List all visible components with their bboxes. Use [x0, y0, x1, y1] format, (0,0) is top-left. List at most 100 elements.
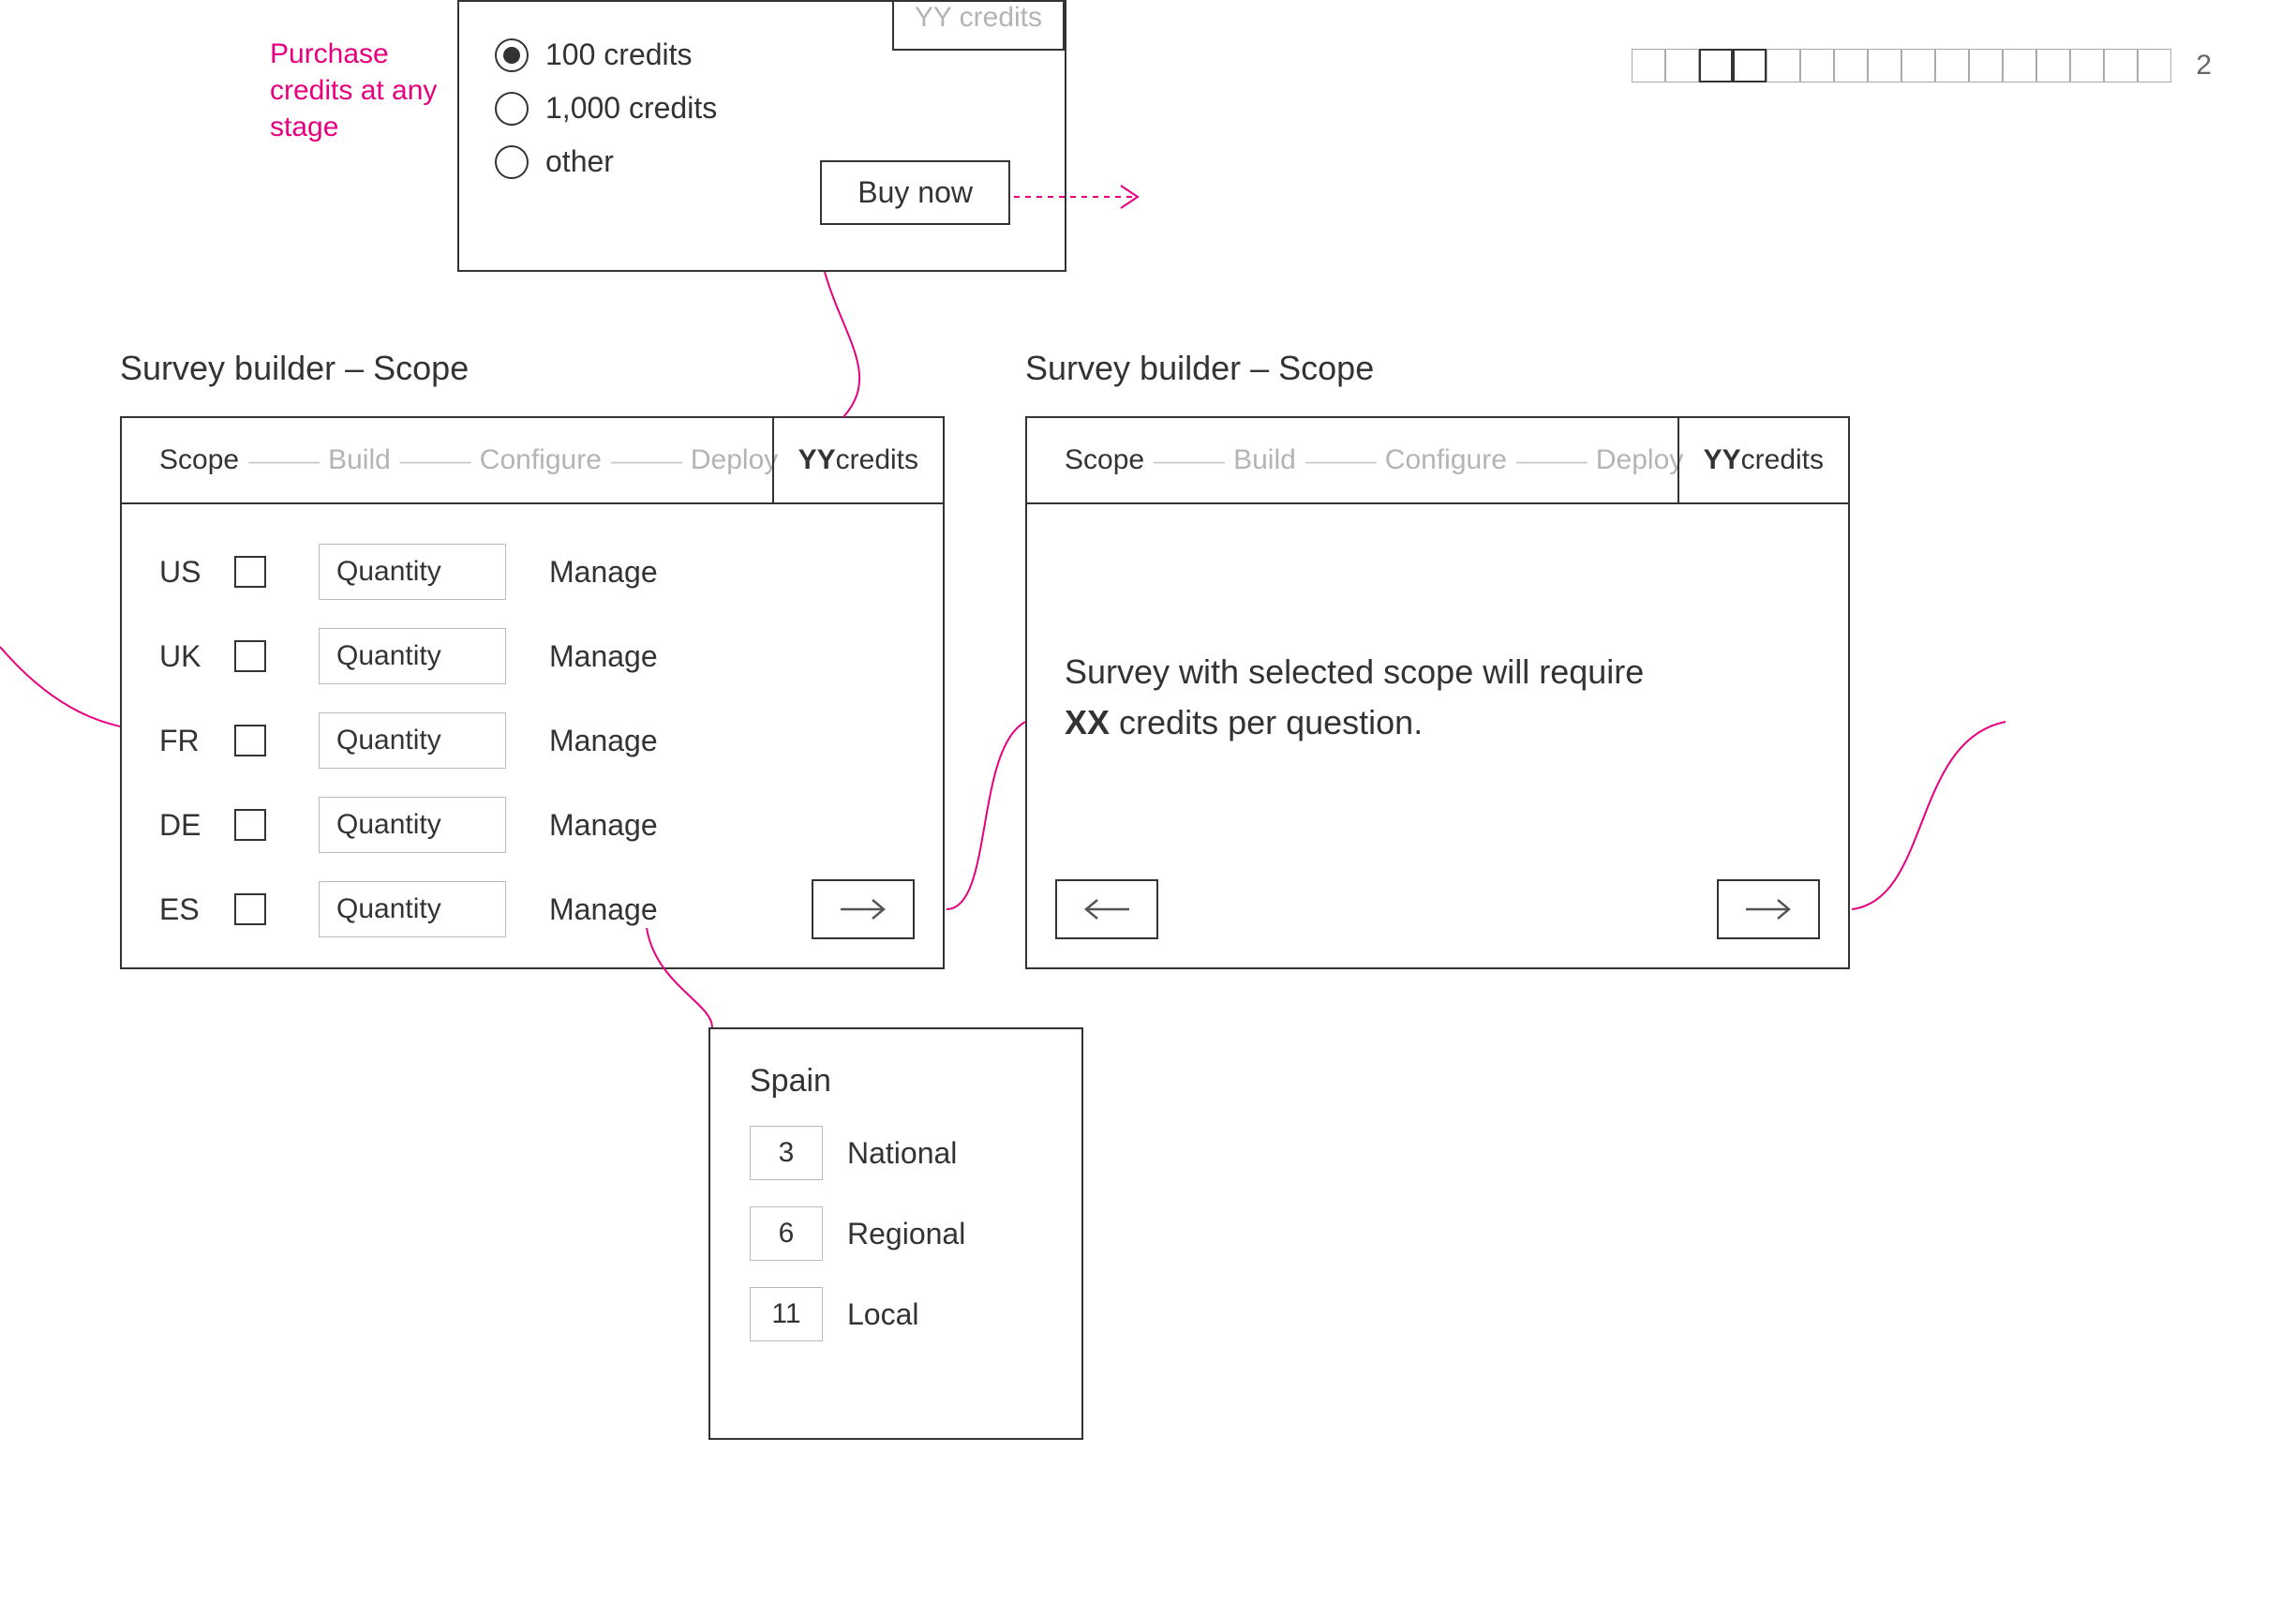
crumb-sep: ———: [1516, 446, 1587, 475]
popover-title: Spain: [750, 1063, 1042, 1100]
country-row-de: DE Quantity Manage: [159, 797, 905, 853]
country-checkbox[interactable]: [234, 556, 266, 588]
quantity-input[interactable]: Quantity: [319, 712, 506, 769]
radio-label: 1,000 credits: [545, 91, 717, 126]
page-cell[interactable]: [1699, 49, 1733, 82]
spain-row-national: 3 National: [750, 1126, 1042, 1180]
country-row-uk: UK Quantity Manage: [159, 628, 905, 684]
arrow-left-icon: [1081, 896, 1133, 922]
country-checkbox[interactable]: [234, 640, 266, 672]
crumb-build[interactable]: Build: [328, 444, 391, 476]
breadcrumb: Scope ——— Build ——— Configure ——— Deploy…: [122, 418, 943, 504]
crumb-sep: ———: [611, 446, 681, 475]
page-cell[interactable]: [1800, 49, 1834, 82]
cost-line1: Survey with selected scope will require: [1065, 652, 1644, 691]
spain-count-input[interactable]: 6: [750, 1206, 823, 1261]
page-cell[interactable]: [1767, 49, 1800, 82]
scope-panel-countries: Scope ——— Build ——— Configure ——— Deploy…: [120, 416, 945, 969]
country-checkbox[interactable]: [234, 725, 266, 756]
page-cell[interactable]: [1868, 49, 1901, 82]
radio-icon: [495, 38, 529, 72]
credits-balance-chip[interactable]: YY credits: [892, 0, 1065, 51]
panel-title-left: Survey builder – Scope: [120, 349, 469, 388]
page-cell[interactable]: [2070, 49, 2104, 82]
country-checkbox[interactable]: [234, 809, 266, 841]
country-label: DE: [159, 808, 210, 843]
crumb-scope[interactable]: Scope: [159, 444, 239, 476]
manage-link[interactable]: Manage: [549, 808, 658, 843]
next-button[interactable]: [1717, 879, 1820, 939]
credits-panel: YY credits 100 credits 1,000 credits oth…: [457, 0, 1066, 272]
annotation-purchase: Purchase credits at any stage: [270, 36, 457, 145]
crumb-sep: ———: [1305, 446, 1376, 475]
page-cell[interactable]: [1632, 49, 1665, 82]
page-cell[interactable]: [1901, 49, 1935, 82]
cost-summary: Survey with selected scope will require …: [1065, 647, 1811, 748]
page-cell[interactable]: [1969, 49, 2003, 82]
manage-link[interactable]: Manage: [549, 724, 658, 758]
yy-bold: YY: [798, 444, 836, 476]
radio-label: other: [545, 144, 614, 179]
crumb-deploy[interactable]: Deploy: [691, 444, 778, 476]
crumb-build[interactable]: Build: [1233, 444, 1296, 476]
cost-line2: credits per question.: [1110, 703, 1423, 741]
yy-rest: credits: [1741, 444, 1824, 476]
country-row-es: ES Quantity Manage: [159, 881, 905, 937]
spain-count-input[interactable]: 11: [750, 1287, 823, 1341]
spain-row-label: National: [847, 1136, 957, 1171]
yy-bold: YY: [1704, 444, 1741, 476]
page-cell[interactable]: [2138, 49, 2171, 82]
spain-row-local: 11 Local: [750, 1287, 1042, 1341]
country-label: US: [159, 555, 210, 590]
page-cell[interactable]: [1665, 49, 1699, 82]
back-button[interactable]: [1055, 879, 1158, 939]
spain-row-label: Local: [847, 1297, 919, 1332]
page-cell[interactable]: [2104, 49, 2138, 82]
buy-now-button[interactable]: Buy now: [820, 160, 1010, 225]
page-cell[interactable]: [1733, 49, 1767, 82]
crumb-sep: ———: [1154, 446, 1224, 475]
yy-rest: credits: [836, 444, 918, 476]
country-checkbox[interactable]: [234, 893, 266, 925]
credits-balance-chip[interactable]: YY credits: [772, 418, 943, 502]
quantity-input[interactable]: Quantity: [319, 881, 506, 937]
radio-icon: [495, 145, 529, 179]
crumb-configure[interactable]: Configure: [480, 444, 602, 476]
crumb-configure[interactable]: Configure: [1385, 444, 1507, 476]
spain-row-label: Regional: [847, 1217, 965, 1251]
credit-option-1000[interactable]: 1,000 credits: [495, 91, 1029, 126]
arrow-right-icon: [1742, 896, 1795, 922]
page-cell[interactable]: [2003, 49, 2036, 82]
manage-link[interactable]: Manage: [549, 892, 658, 927]
radio-label: 100 credits: [545, 37, 693, 72]
scope-panel-cost: Scope ——— Build ——— Configure ——— Deploy…: [1025, 416, 1850, 969]
country-label: ES: [159, 892, 210, 927]
quantity-input[interactable]: Quantity: [319, 797, 506, 853]
pagination: 2: [1632, 49, 2212, 82]
crumb-deploy[interactable]: Deploy: [1596, 444, 1683, 476]
country-label: UK: [159, 639, 210, 674]
manage-link[interactable]: Manage: [549, 639, 658, 674]
country-row-fr: FR Quantity Manage: [159, 712, 905, 769]
manage-link[interactable]: Manage: [549, 555, 658, 590]
page-number: 2: [2196, 50, 2212, 82]
crumb-scope[interactable]: Scope: [1065, 444, 1144, 476]
manage-popover-spain: Spain 3 National 6 Regional 11 Local: [708, 1027, 1083, 1440]
spain-row-regional: 6 Regional: [750, 1206, 1042, 1261]
panel-title-right: Survey builder – Scope: [1025, 349, 1374, 388]
quantity-input[interactable]: Quantity: [319, 628, 506, 684]
spain-count-input[interactable]: 3: [750, 1126, 823, 1180]
breadcrumb: Scope ——— Build ——— Configure ——— Deploy…: [1027, 418, 1848, 504]
radio-icon: [495, 92, 529, 126]
page-cell[interactable]: [1935, 49, 1969, 82]
credits-balance-chip[interactable]: YY credits: [1677, 418, 1848, 502]
crumb-sep: ———: [400, 446, 470, 475]
crumb-sep: ———: [248, 446, 319, 475]
quantity-input[interactable]: Quantity: [319, 544, 506, 600]
page-cell[interactable]: [2036, 49, 2070, 82]
buy-now-label: Buy now: [857, 175, 973, 209]
country-row-us: US Quantity Manage: [159, 544, 905, 600]
page-cell[interactable]: [1834, 49, 1868, 82]
next-button[interactable]: [812, 879, 915, 939]
country-label: FR: [159, 724, 210, 758]
